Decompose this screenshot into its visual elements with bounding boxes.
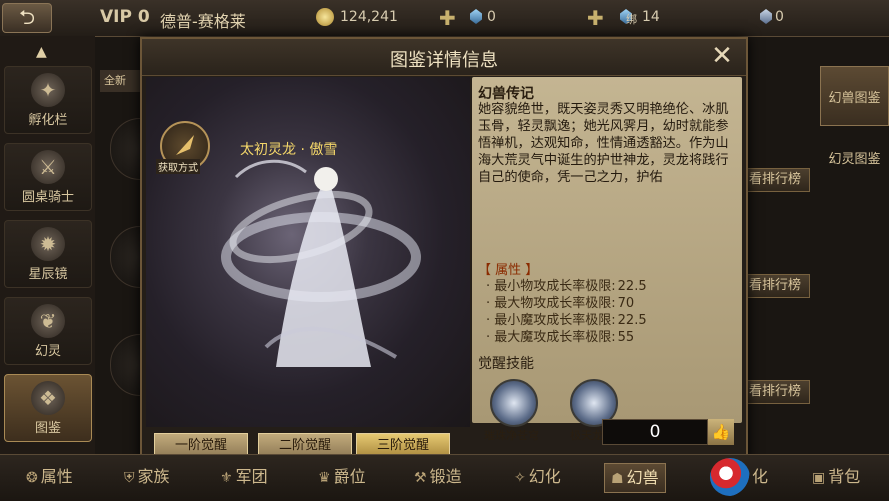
nobility-icon: ♛	[318, 470, 331, 486]
nav-label: 孵化栏	[28, 113, 68, 128]
bound-gem-amount: 14	[642, 9, 660, 25]
gold-coin-icon	[316, 8, 334, 26]
attribute-label: · 最大魔攻成长率极限:	[486, 330, 616, 345]
skill-name: 璀珠净苍穹	[484, 429, 539, 442]
bag-icon: ▣	[812, 470, 826, 486]
tab-legion[interactable]: ⚜ 军团	[220, 463, 268, 491]
tab-transform-2[interactable]: 化	[752, 463, 768, 491]
gem-icon	[470, 9, 482, 24]
tab-label: 幻兽	[626, 468, 659, 487]
top-bar: ⮌ VIP 0 德普-赛格莱 124,241 ✚ 0 ✚ 绑 14 0	[0, 0, 889, 37]
add-gems-button[interactable]: ✚	[439, 6, 456, 30]
view-ranking-button[interactable]: 看排行榜	[740, 380, 810, 404]
other-currency-amount: 0	[775, 9, 784, 25]
lore-title: 幻兽传记	[478, 86, 534, 102]
rooster-icon: ✦	[31, 73, 65, 107]
like-button[interactable]: 👍	[708, 419, 734, 445]
codex-detail-dialog: 图鉴详情信息 ✕ 获取方式 太初灵龙 · 傲雪 幻兽传记 她容貌绝世，既天姿灵秀…	[140, 37, 748, 461]
server-name: 德普-赛格莱	[160, 12, 246, 31]
tab-family[interactable]: ⛨ 家族	[124, 463, 170, 491]
attributes-icon: ❂	[26, 470, 38, 486]
list-filter-tab[interactable]: 全新	[100, 70, 144, 92]
transform-icon: ✧	[514, 470, 526, 486]
pet-name: 太初灵龙 · 傲雪	[240, 142, 338, 158]
nav-label: 星辰镜	[28, 267, 68, 282]
add-bound-gems-button[interactable]: ✚	[587, 6, 604, 30]
pet-artwork: 获取方式 太初灵龙 · 傲雪	[146, 77, 470, 427]
nav-item-codex[interactable]: ❖ 图鉴	[4, 374, 92, 442]
legion-icon: ⚜	[220, 470, 233, 486]
nav-item-hatch[interactable]: ✦ 孵化栏	[4, 66, 92, 134]
tab-transform[interactable]: ✧ 幻化	[514, 463, 561, 491]
family-icon: ⛨	[124, 470, 135, 486]
tab-label: 锻造	[429, 467, 462, 486]
tab-label: 背包	[828, 467, 861, 486]
attribute-row: · 最大魔攻成长率极限: 55	[486, 326, 634, 345]
back-arrow-icon: ⮌	[18, 5, 36, 29]
gold-amount: 124,241	[340, 9, 398, 25]
tab-label: 化	[752, 467, 769, 486]
obtain-method-label: 获取方式	[156, 159, 200, 174]
vip-level: VIP 0	[100, 7, 150, 27]
tab-label: 属性	[40, 467, 73, 486]
awaken-skills-title: 觉醒技能	[478, 356, 534, 372]
tab-pet-codex[interactable]: 幻兽图鉴	[820, 66, 889, 126]
tab-label: 幻化	[528, 467, 561, 486]
nav-item-star-mirror[interactable]: ✹ 星辰镜	[4, 220, 92, 288]
view-ranking-button[interactable]: 看排行榜	[740, 274, 810, 298]
tab-nobility[interactable]: ♛ 爵位	[318, 463, 366, 491]
left-nav: ▲ ✦ 孵化栏 ⚔ 圆桌骑士 ✹ 星辰镜 ❦ 幻灵 ❖ 图鉴	[0, 36, 95, 454]
forge-icon: ⚒	[414, 470, 427, 486]
lore-text: 她容貌绝世，既天姿灵秀又明艳绝伦、冰肌玉骨，轻灵飘逸；她光风霁月，幼时就能参悟禅…	[478, 102, 729, 185]
star-mirror-icon: ✹	[31, 227, 65, 261]
close-button[interactable]: ✕	[708, 42, 736, 70]
scroll-up-arrow-icon[interactable]: ▲	[36, 44, 47, 60]
gem-amount: 0	[487, 9, 496, 25]
tab-label: 军团	[235, 467, 268, 486]
spirit-icon: ❦	[31, 304, 65, 338]
tab-attributes[interactable]: ❂ 属性	[26, 463, 73, 491]
attribute-value: 55	[617, 330, 635, 345]
tab-forge[interactable]: ⚒ 锻造	[414, 463, 462, 491]
tab-spirit-codex[interactable]: 幻灵图鉴	[820, 128, 889, 188]
bottom-nav: ❂ 属性 ⛨ 家族 ⚜ 军团 ♛ 爵位 ⚒ 锻造 ✧ 幻化 ☗ 幻兽 化 ▣ 背包	[0, 454, 889, 501]
like-count: 0	[602, 419, 708, 445]
tab-label: 家族	[137, 467, 170, 486]
back-button[interactable]: ⮌	[2, 3, 52, 33]
other-currency-icon	[760, 9, 772, 24]
nav-label: 圆桌骑士	[21, 190, 74, 205]
thumbs-up-icon: 👍	[711, 423, 731, 441]
pets-icon: ☗	[611, 471, 624, 487]
bound-gems-prefix: 绑	[626, 13, 637, 26]
tab-label: 爵位	[333, 467, 366, 486]
pet-info-panel: 幻兽传记 她容貌绝世，既天姿灵秀又明艳绝伦、冰肌玉骨，轻灵飘逸；她光风霁月，幼时…	[472, 77, 742, 442]
site-logo-watermark	[710, 458, 750, 496]
dialog-header: 图鉴详情信息 ✕	[142, 39, 746, 76]
round-table-icon: ⚔	[31, 150, 65, 184]
dialog-title: 图鉴详情信息	[390, 50, 498, 71]
tab-bag[interactable]: ▣ 背包	[812, 463, 860, 491]
view-ranking-button[interactable]: 看排行榜	[740, 168, 810, 192]
nav-label: 幻灵	[34, 344, 61, 359]
codex-icon: ❖	[31, 381, 65, 415]
nav-label: 图鉴	[34, 421, 61, 436]
nav-item-spirit[interactable]: ❦ 幻灵	[4, 297, 92, 365]
close-icon: ✕	[711, 41, 733, 71]
nav-item-round-table[interactable]: ⚔ 圆桌骑士	[4, 143, 92, 211]
dragon-skill-icon[interactable]	[490, 379, 538, 427]
tab-pets[interactable]: ☗ 幻兽	[604, 463, 666, 493]
